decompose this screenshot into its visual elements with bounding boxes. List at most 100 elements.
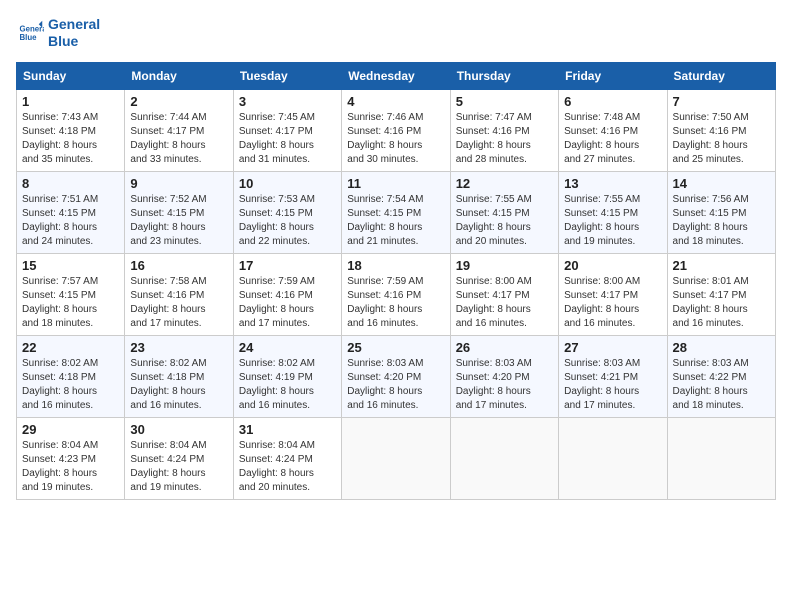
day-cell-1: 1 Sunrise: 7:43 AM Sunset: 4:18 PM Daylig… (17, 89, 125, 171)
col-header-tuesday: Tuesday (233, 62, 341, 89)
day-info: Sunrise: 8:03 AM Sunset: 4:20 PM Dayligh… (347, 357, 444, 413)
day-info: Sunrise: 7:44 AM Sunset: 4:17 PM Dayligh… (130, 111, 227, 167)
week-row-4: 22 Sunrise: 8:02 AM Sunset: 4:18 PM Dayli… (17, 335, 776, 417)
day-number: 26 (456, 340, 553, 355)
day-info: Sunrise: 7:50 AM Sunset: 4:16 PM Dayligh… (673, 111, 770, 167)
empty-cell (667, 417, 775, 499)
day-cell-27: 27Sunrise: 8:03 AM Sunset: 4:21 PM Dayli… (559, 335, 667, 417)
day-cell-15: 15 Sunrise: 7:57 AM Sunset: 4:15 PM Dayli… (17, 253, 125, 335)
day-number: 12 (456, 176, 553, 191)
calendar-table: SundayMondayTuesdayWednesdayThursdayFrid… (16, 62, 776, 500)
day-number: 30 (130, 422, 227, 437)
day-number: 15 (22, 258, 119, 273)
day-info: Sunrise: 7:53 AM Sunset: 4:15 PM Dayligh… (239, 193, 336, 249)
day-info: Sunrise: 7:45 AM Sunset: 4:17 PM Dayligh… (239, 111, 336, 167)
day-number: 3 (239, 94, 336, 109)
day-cell-7: 7 Sunrise: 7:50 AM Sunset: 4:16 PM Daylig… (667, 89, 775, 171)
day-cell-21: 21 Sunrise: 8:01 AM Sunset: 4:17 PM Dayli… (667, 253, 775, 335)
day-cell-5: 5 Sunrise: 7:47 AM Sunset: 4:16 PM Daylig… (450, 89, 558, 171)
day-cell-31: 31 Sunrise: 8:04 AM Sunset: 4:24 PM Dayli… (233, 417, 341, 499)
day-number: 1 (22, 94, 119, 109)
day-number: 7 (673, 94, 770, 109)
day-info: Sunrise: 8:00 AM Sunset: 4:17 PM Dayligh… (564, 275, 661, 331)
empty-cell (559, 417, 667, 499)
day-cell-14: 14Sunrise: 7:56 AM Sunset: 4:15 PM Dayli… (667, 171, 775, 253)
day-number: 14 (673, 176, 770, 191)
day-number: 13 (564, 176, 661, 191)
day-info: Sunrise: 8:01 AM Sunset: 4:17 PM Dayligh… (673, 275, 770, 331)
day-info: Sunrise: 7:52 AM Sunset: 4:15 PM Dayligh… (130, 193, 227, 249)
day-info: Sunrise: 7:54 AM Sunset: 4:15 PM Dayligh… (347, 193, 444, 249)
day-number: 10 (239, 176, 336, 191)
day-number: 20 (564, 258, 661, 273)
day-number: 2 (130, 94, 227, 109)
col-header-monday: Monday (125, 62, 233, 89)
day-number: 18 (347, 258, 444, 273)
empty-cell (450, 417, 558, 499)
day-number: 4 (347, 94, 444, 109)
day-info: Sunrise: 7:57 AM Sunset: 4:15 PM Dayligh… (22, 275, 119, 331)
day-number: 6 (564, 94, 661, 109)
day-cell-9: 9 Sunrise: 7:52 AM Sunset: 4:15 PM Daylig… (125, 171, 233, 253)
day-info: Sunrise: 7:59 AM Sunset: 4:16 PM Dayligh… (347, 275, 444, 331)
day-info: Sunrise: 8:03 AM Sunset: 4:21 PM Dayligh… (564, 357, 661, 413)
day-cell-10: 10 Sunrise: 7:53 AM Sunset: 4:15 PM Dayli… (233, 171, 341, 253)
day-cell-3: 3 Sunrise: 7:45 AM Sunset: 4:17 PM Daylig… (233, 89, 341, 171)
day-info: Sunrise: 8:04 AM Sunset: 4:24 PM Dayligh… (239, 439, 336, 495)
page-header: General Blue General Blue (16, 16, 776, 50)
col-header-wednesday: Wednesday (342, 62, 450, 89)
col-header-thursday: Thursday (450, 62, 558, 89)
day-cell-18: 18 Sunrise: 7:59 AM Sunset: 4:16 PM Dayli… (342, 253, 450, 335)
day-number: 29 (22, 422, 119, 437)
day-cell-11: 11Sunrise: 7:54 AM Sunset: 4:15 PM Dayli… (342, 171, 450, 253)
day-number: 16 (130, 258, 227, 273)
logo-icon: General Blue (16, 19, 44, 47)
day-cell-8: 8Sunrise: 7:51 AM Sunset: 4:15 PM Daylig… (17, 171, 125, 253)
day-info: Sunrise: 8:02 AM Sunset: 4:18 PM Dayligh… (130, 357, 227, 413)
week-row-2: 8Sunrise: 7:51 AM Sunset: 4:15 PM Daylig… (17, 171, 776, 253)
day-number: 19 (456, 258, 553, 273)
logo-text: General Blue (48, 16, 100, 50)
day-number: 23 (130, 340, 227, 355)
col-header-saturday: Saturday (667, 62, 775, 89)
day-info: Sunrise: 8:02 AM Sunset: 4:18 PM Dayligh… (22, 357, 119, 413)
day-number: 9 (130, 176, 227, 191)
day-cell-26: 26Sunrise: 8:03 AM Sunset: 4:20 PM Dayli… (450, 335, 558, 417)
day-number: 31 (239, 422, 336, 437)
calendar-header-row: SundayMondayTuesdayWednesdayThursdayFrid… (17, 62, 776, 89)
day-info: Sunrise: 7:58 AM Sunset: 4:16 PM Dayligh… (130, 275, 227, 331)
day-cell-16: 16 Sunrise: 7:58 AM Sunset: 4:16 PM Dayli… (125, 253, 233, 335)
day-info: Sunrise: 7:47 AM Sunset: 4:16 PM Dayligh… (456, 111, 553, 167)
day-number: 25 (347, 340, 444, 355)
day-cell-12: 12Sunrise: 7:55 AM Sunset: 4:15 PM Dayli… (450, 171, 558, 253)
week-row-1: 1 Sunrise: 7:43 AM Sunset: 4:18 PM Daylig… (17, 89, 776, 171)
day-info: Sunrise: 8:00 AM Sunset: 4:17 PM Dayligh… (456, 275, 553, 331)
day-cell-28: 28Sunrise: 8:03 AM Sunset: 4:22 PM Dayli… (667, 335, 775, 417)
col-header-sunday: Sunday (17, 62, 125, 89)
day-number: 24 (239, 340, 336, 355)
day-cell-17: 17Sunrise: 7:59 AM Sunset: 4:16 PM Dayli… (233, 253, 341, 335)
day-number: 22 (22, 340, 119, 355)
empty-cell (342, 417, 450, 499)
day-cell-24: 24 Sunrise: 8:02 AM Sunset: 4:19 PM Dayli… (233, 335, 341, 417)
day-cell-25: 25 Sunrise: 8:03 AM Sunset: 4:20 PM Dayli… (342, 335, 450, 417)
day-cell-2: 2 Sunrise: 7:44 AM Sunset: 4:17 PM Daylig… (125, 89, 233, 171)
day-cell-29: 29 Sunrise: 8:04 AM Sunset: 4:23 PM Dayli… (17, 417, 125, 499)
col-header-friday: Friday (559, 62, 667, 89)
logo: General Blue General Blue (16, 16, 100, 50)
day-cell-23: 23 Sunrise: 8:02 AM Sunset: 4:18 PM Dayli… (125, 335, 233, 417)
day-number: 28 (673, 340, 770, 355)
day-info: Sunrise: 7:48 AM Sunset: 4:16 PM Dayligh… (564, 111, 661, 167)
day-cell-20: 20 Sunrise: 8:00 AM Sunset: 4:17 PM Dayli… (559, 253, 667, 335)
day-number: 5 (456, 94, 553, 109)
day-info: Sunrise: 7:43 AM Sunset: 4:18 PM Dayligh… (22, 111, 119, 167)
day-number: 21 (673, 258, 770, 273)
week-row-3: 15 Sunrise: 7:57 AM Sunset: 4:15 PM Dayli… (17, 253, 776, 335)
day-cell-6: 6 Sunrise: 7:48 AM Sunset: 4:16 PM Daylig… (559, 89, 667, 171)
week-row-5: 29 Sunrise: 8:04 AM Sunset: 4:23 PM Dayli… (17, 417, 776, 499)
day-info: Sunrise: 8:02 AM Sunset: 4:19 PM Dayligh… (239, 357, 336, 413)
day-cell-13: 13Sunrise: 7:55 AM Sunset: 4:15 PM Dayli… (559, 171, 667, 253)
day-number: 8 (22, 176, 119, 191)
day-info: Sunrise: 8:04 AM Sunset: 4:23 PM Dayligh… (22, 439, 119, 495)
day-number: 17 (239, 258, 336, 273)
